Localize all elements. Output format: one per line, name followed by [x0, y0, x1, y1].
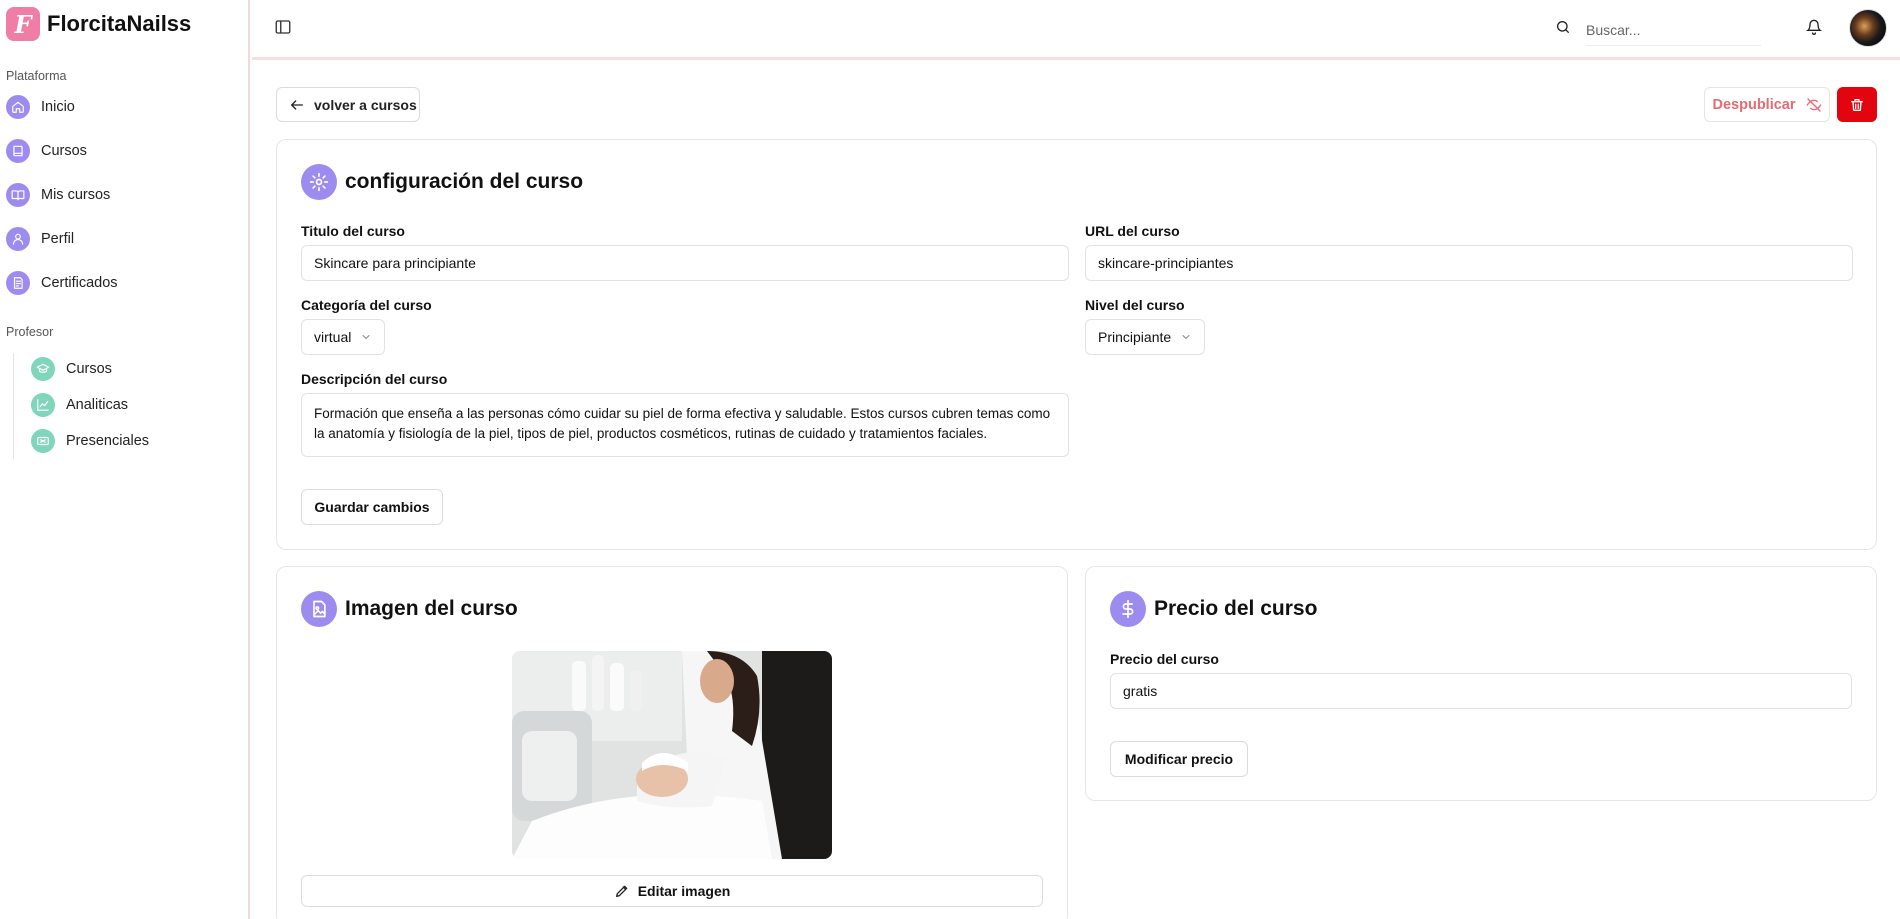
- level-label: Nivel del curso: [1085, 297, 1185, 313]
- ticket-icon: [31, 429, 55, 453]
- settings-icon: [301, 164, 337, 200]
- chevron-down-icon: [1182, 335, 1190, 339]
- back-to-courses-button[interactable]: volver a cursos: [276, 87, 420, 122]
- course-title-label: Titulo del curso: [301, 223, 405, 239]
- sidebar-item-analiticas[interactable]: Analiticas: [31, 390, 128, 420]
- category-label: Categoría del curso: [301, 297, 432, 313]
- course-title-input[interactable]: [301, 245, 1069, 281]
- graduation-cap-icon: [31, 357, 55, 381]
- sidebar-item-label: Inicio: [41, 99, 75, 115]
- price-label: Precio del curso: [1110, 651, 1219, 667]
- sidebar-item-label: Cursos: [41, 143, 87, 159]
- user-icon: [6, 227, 30, 251]
- sidebar-item-inicio[interactable]: Inicio: [6, 92, 75, 122]
- image-card-title: Imagen del curso: [345, 597, 518, 620]
- eye-off-icon: [1806, 97, 1821, 112]
- sidebar-item-presenciales[interactable]: Presenciales: [31, 426, 149, 456]
- sidebar-item-perfil[interactable]: Perfil: [6, 224, 74, 254]
- bell-icon[interactable]: [1805, 19, 1824, 37]
- facial-treatment-photo: [512, 651, 832, 859]
- top-header: [252, 0, 1900, 60]
- chevron-down-icon: [362, 335, 370, 339]
- description-textarea[interactable]: Formación que enseña a las personas cómo…: [301, 393, 1069, 457]
- price-card-title: Precio del curso: [1154, 597, 1318, 620]
- unpublish-label: Despublicar: [1712, 96, 1796, 113]
- sidebar-item-label: Certificados: [41, 275, 118, 291]
- section-label-profesor: Profesor: [6, 325, 54, 339]
- course-url-label: URL del curso: [1085, 223, 1180, 239]
- image-file-icon: [301, 591, 337, 627]
- pencil-icon: [615, 885, 628, 897]
- back-label: volver a cursos: [314, 96, 417, 113]
- dollar-icon: [1110, 591, 1146, 627]
- avatar[interactable]: [1849, 9, 1887, 47]
- category-value: virtual: [314, 329, 352, 345]
- sidebar-toggle-button[interactable]: [274, 18, 296, 40]
- level-select[interactable]: Principiante: [1085, 319, 1206, 355]
- panel-left-icon: [275, 20, 291, 34]
- course-price-card: Precio del curso Precio del curso Modifi…: [1085, 566, 1877, 801]
- edit-image-label: Editar imagen: [637, 883, 731, 899]
- sidebar-item-label: Analiticas: [66, 397, 129, 413]
- book-open-icon: [6, 183, 30, 207]
- trash-icon: [1851, 98, 1863, 111]
- description-label: Descripción del curso: [301, 371, 448, 387]
- course-url-input[interactable]: [1085, 245, 1853, 281]
- sidebar-item-mis-cursos[interactable]: Mis cursos: [6, 180, 110, 210]
- price-title-row: Precio del curso: [1110, 591, 1317, 627]
- course-config-card: configuración del curso Titulo del curso…: [276, 139, 1877, 550]
- sidebar-item-certificados[interactable]: Certificados: [6, 268, 118, 298]
- certificate-icon: [6, 271, 30, 295]
- sidebar-item-label: Mis cursos: [41, 187, 111, 203]
- category-select[interactable]: virtual: [301, 319, 386, 355]
- save-changes-button[interactable]: Guardar cambios: [301, 489, 443, 525]
- search-input[interactable]: [1586, 14, 1761, 46]
- brand[interactable]: F FlorcitaNailss: [6, 7, 191, 41]
- price-input[interactable]: [1110, 673, 1852, 709]
- modify-price-button[interactable]: Modificar precio: [1110, 741, 1248, 777]
- sidebar-item-label: Presenciales: [66, 433, 150, 449]
- book-icon: [6, 139, 30, 163]
- delete-button[interactable]: [1837, 87, 1877, 122]
- config-title: configuración del curso: [345, 170, 584, 193]
- sidebar-item-cursos[interactable]: Cursos: [6, 136, 87, 166]
- sidebar-item-label: Perfil: [41, 231, 75, 247]
- teacher-nav-divider: [13, 353, 14, 459]
- course-image: [512, 651, 832, 859]
- arrow-left-icon: [291, 99, 303, 110]
- sidebar: F FlorcitaNailss Plataforma Inicio Curso…: [0, 0, 250, 919]
- sidebar-item-profesor-cursos[interactable]: Cursos: [31, 354, 112, 384]
- unpublish-button[interactable]: Despublicar: [1704, 87, 1830, 122]
- search-icon: [1555, 19, 1573, 37]
- home-icon: [6, 95, 30, 119]
- section-label-plataforma: Plataforma: [6, 69, 67, 83]
- brand-logo: F: [6, 7, 40, 41]
- sidebar-item-label: Cursos: [66, 361, 112, 377]
- edit-image-button[interactable]: Editar imagen: [301, 875, 1043, 907]
- level-value: Principiante: [1098, 329, 1172, 345]
- chart-icon: [31, 393, 55, 417]
- brand-name: FlorcitaNailss: [47, 11, 192, 36]
- config-title-row: configuración del curso: [301, 164, 583, 200]
- image-title-row: Imagen del curso: [301, 591, 518, 627]
